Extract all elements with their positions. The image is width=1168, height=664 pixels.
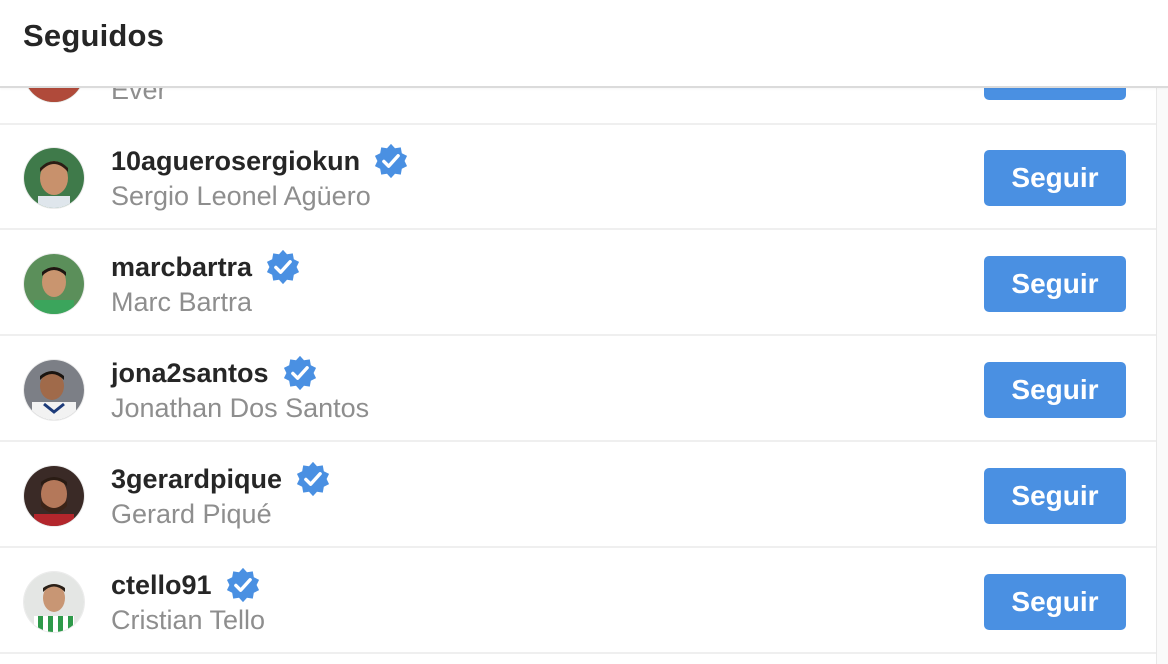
modal-header: Seguidos: [0, 0, 1168, 88]
username[interactable]: jona2santos: [111, 354, 319, 392]
verified-badge-icon: [294, 460, 332, 498]
verified-badge-icon: [372, 142, 410, 180]
list-item: 3gerardpique Gerard Piqué Seguir: [0, 443, 1156, 548]
verified-badge-icon: [281, 354, 319, 392]
username-text[interactable]: ctello91: [111, 570, 212, 601]
scrollbar[interactable]: [1156, 86, 1168, 664]
full-name: Jonathan Dos Santos: [111, 393, 370, 423]
username[interactable]: ctello91: [111, 566, 262, 604]
username[interactable]: 3gerardpique: [111, 460, 332, 498]
follow-button[interactable]: Seguir: [984, 362, 1126, 418]
username-text[interactable]: 10aguerosergiokun: [111, 146, 360, 177]
list-item: jona2santos Jonathan Dos Santos Seguir: [0, 337, 1156, 442]
follow-button[interactable]: Seguir: [984, 468, 1126, 524]
full-name: Gerard Piqué: [111, 499, 272, 529]
follow-button[interactable]: Seguir: [984, 574, 1126, 630]
list-item: 10aguerosergiokun Sergio Leonel Agüero S…: [0, 125, 1156, 230]
avatar[interactable]: [24, 466, 84, 526]
full-name: Cristian Tello: [111, 605, 266, 635]
list-item: ctello91 Cristian Tello Seguir: [0, 549, 1156, 654]
username-text[interactable]: jona2santos: [111, 358, 269, 389]
full-name: Sergio Leonel Agüero: [111, 181, 371, 211]
avatar[interactable]: [24, 254, 84, 314]
username[interactable]: marcbartra: [111, 248, 302, 286]
list-item: marcbartra Marc Bartra Seguir: [0, 231, 1156, 336]
follow-button[interactable]: Seguir: [984, 150, 1126, 206]
following-list[interactable]: Ever 10aguerosergiokun Sergio Leonel Agü…: [0, 0, 1156, 664]
full-name: Marc Bartra: [111, 287, 253, 317]
avatar[interactable]: [24, 148, 84, 208]
page-title: Seguidos: [23, 18, 165, 53]
username-text[interactable]: marcbartra: [111, 252, 252, 283]
follow-button[interactable]: Seguir: [984, 256, 1126, 312]
avatar[interactable]: [24, 572, 84, 632]
username[interactable]: 10aguerosergiokun: [111, 142, 410, 180]
verified-badge-icon: [264, 248, 302, 286]
verified-badge-icon: [224, 566, 262, 604]
avatar[interactable]: [24, 360, 84, 420]
username-text[interactable]: 3gerardpique: [111, 464, 282, 495]
